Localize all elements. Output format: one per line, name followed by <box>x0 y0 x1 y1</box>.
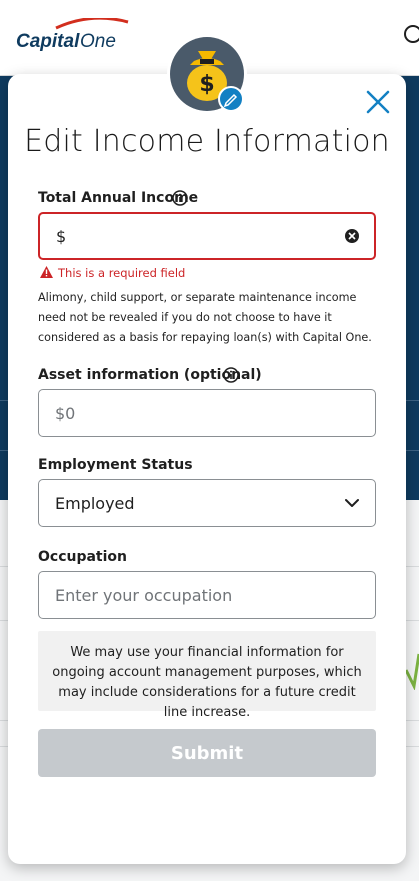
employment-select[interactable]: Employed <box>38 479 376 527</box>
income-field[interactable] <box>38 212 376 260</box>
warning-icon <box>40 266 53 278</box>
assets-input[interactable] <box>39 390 375 436</box>
modal-title: Edit Income Information <box>24 124 390 159</box>
clear-icon[interactable] <box>344 228 360 244</box>
chat-icon[interactable] <box>401 24 419 46</box>
pencil-icon <box>223 93 238 108</box>
submit-button[interactable]: Submit <box>38 729 376 777</box>
capital-one-logo: Capital One <box>16 18 129 52</box>
svg-text:One: One <box>80 31 116 52</box>
occupation-input[interactable] <box>39 572 375 618</box>
income-input[interactable] <box>40 214 374 258</box>
employment-value: Employed <box>55 494 135 513</box>
close-icon[interactable] <box>364 88 392 116</box>
svg-text:$: $ <box>199 72 214 97</box>
checkmark-icon <box>404 653 419 690</box>
assets-field[interactable] <box>38 389 376 437</box>
chevron-down-icon <box>345 499 359 507</box>
svg-text:Capital: Capital <box>16 31 80 52</box>
avatar-edit-button[interactable] <box>218 86 244 112</box>
account-notice: We may use your financial information fo… <box>38 631 376 720</box>
occupation-label: Occupation <box>38 549 128 565</box>
info-icon[interactable] <box>172 190 188 206</box>
employment-label: Employment Status <box>38 457 193 473</box>
error-message: This is a required field <box>58 266 186 280</box>
occupation-field[interactable] <box>38 571 376 619</box>
info-icon[interactable] <box>223 367 239 383</box>
income-help-text: Alimony, child support, or separate main… <box>38 291 372 344</box>
